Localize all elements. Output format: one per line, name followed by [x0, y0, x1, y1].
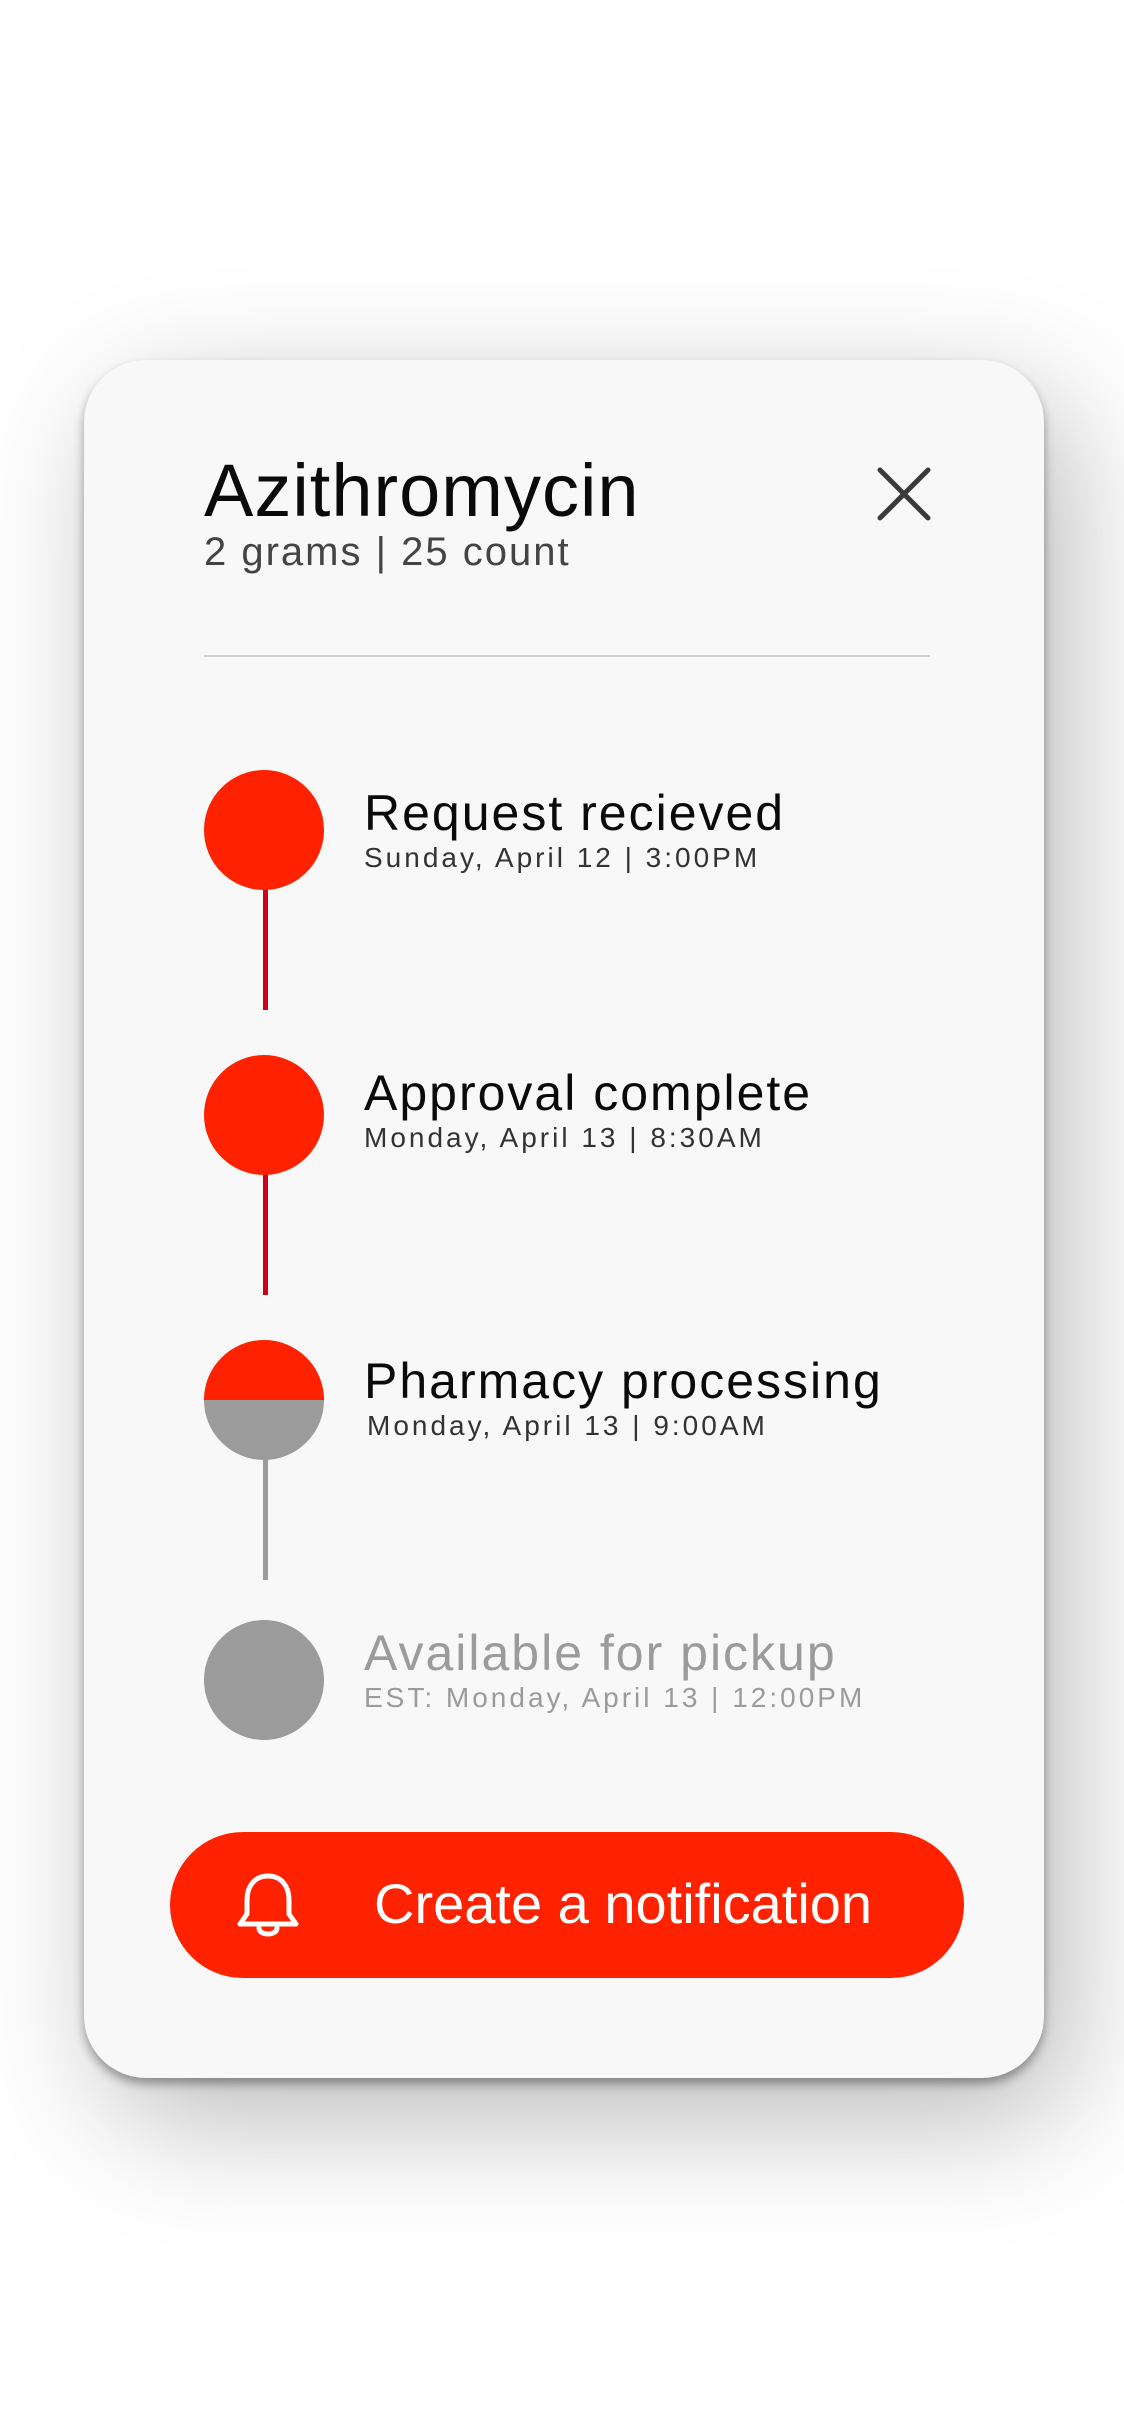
step-date: EST: Monday, April 13 | 12:00PM — [364, 1682, 866, 1713]
step-title: Approval complete — [364, 1065, 813, 1121]
order-status-card: Azithromycin 2 grams | 25 count Request … — [84, 360, 1044, 2078]
divider — [204, 655, 930, 657]
close-button[interactable] — [874, 464, 934, 524]
step-title: Available for pickup — [364, 1625, 837, 1681]
step-status-dot — [204, 770, 324, 890]
create-notification-label: Create a notification — [374, 1872, 873, 1935]
close-icon — [877, 467, 931, 521]
step-status-dot — [204, 1620, 324, 1740]
medication-details: 2 grams | 25 count — [204, 530, 571, 574]
step-date: Sunday, April 12 | 3:00PM — [364, 842, 761, 873]
medication-name: Azithromycin — [204, 449, 640, 532]
step-title: Request recieved — [364, 785, 786, 841]
step-status-dot — [204, 1055, 324, 1175]
step-status-dot — [204, 1340, 324, 1460]
bell-icon — [237, 1873, 299, 1937]
step-progress-fill — [204, 1340, 324, 1400]
create-notification-button[interactable]: Create a notification — [170, 1832, 964, 1978]
step-date: Monday, April 13 | 9:00AM — [367, 1410, 768, 1441]
step-title: Pharmacy processing — [364, 1353, 883, 1409]
step-date: Monday, April 13 | 8:30AM — [364, 1122, 765, 1153]
